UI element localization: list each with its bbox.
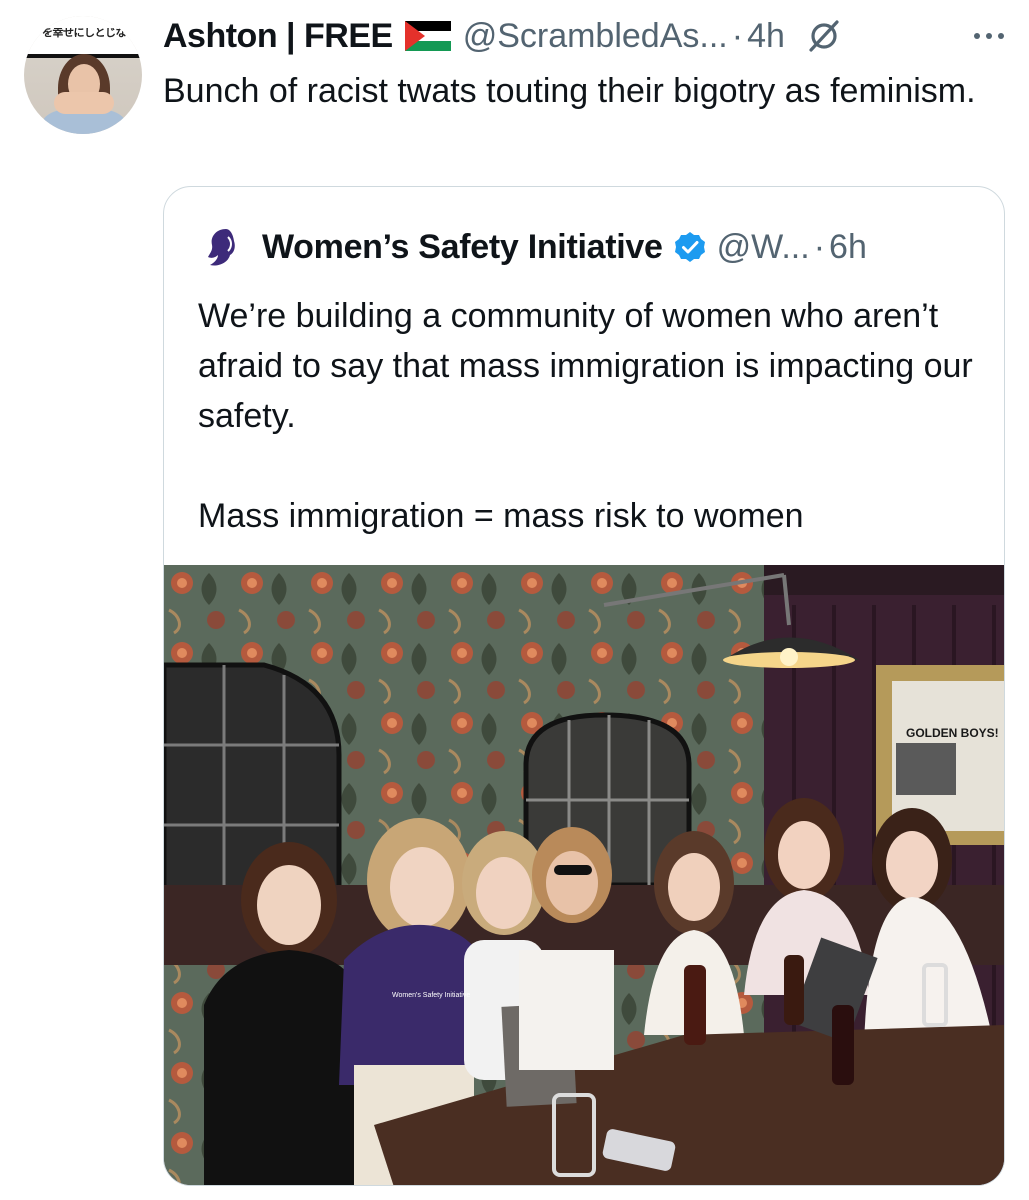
author-handle[interactable]: @ScrambledAs... bbox=[463, 17, 728, 56]
author-avatar[interactable]: を幸せにしとじないカツ丼 bbox=[24, 16, 142, 134]
separator-dot: · bbox=[731, 16, 744, 55]
tweet-text: Bunch of racist twats touting their bigo… bbox=[163, 72, 976, 110]
quoted-tweet-text: We’re building a community of women who … bbox=[198, 291, 988, 541]
quoted-text-paragraph-2: Mass immigration = mass risk to women bbox=[198, 497, 804, 535]
palestine-flag-icon bbox=[404, 21, 451, 51]
quoted-tweet-header: Women’s Safety Initiative @W... · 6h bbox=[198, 223, 984, 271]
quoted-text-paragraph-1: We’re building a community of women who … bbox=[198, 297, 973, 435]
verified-badge-icon bbox=[673, 230, 707, 264]
quoted-author-avatar[interactable] bbox=[198, 223, 246, 271]
tweet-time[interactable]: 4h bbox=[747, 17, 785, 56]
tweet-header: Ashton | FREE @ScrambledAs... · 4h bbox=[163, 14, 1009, 58]
shirt-text: Women's Safety Initiative bbox=[392, 992, 470, 999]
avatar-banner: を幸せにしとじないカツ丼 bbox=[24, 16, 142, 58]
separator-dot: · bbox=[813, 227, 826, 266]
quoted-tweet-time[interactable]: 6h bbox=[829, 228, 867, 267]
more-options-icon[interactable] bbox=[969, 19, 1009, 53]
author-name[interactable]: Ashton | FREE bbox=[163, 17, 393, 56]
grok-icon[interactable] bbox=[807, 19, 841, 53]
quoted-tweet-photo[interactable]: GOLDEN BOYS! Women's Safety Initiative bbox=[164, 565, 1004, 1185]
quoted-tweet[interactable]: Women’s Safety Initiative @W... · 6h We’… bbox=[163, 186, 1005, 1186]
tweet: を幸せにしとじないカツ丼 Ashton | FREE @ScrambledAs.… bbox=[0, 0, 1029, 1200]
poster-headline: GOLDEN BOYS! bbox=[906, 726, 999, 740]
avatar-banner-text: を幸せにしとじないカツ丼 bbox=[42, 28, 132, 39]
quoted-author-name[interactable]: Women’s Safety Initiative bbox=[262, 228, 663, 267]
quoted-author-handle[interactable]: @W... bbox=[717, 228, 810, 267]
